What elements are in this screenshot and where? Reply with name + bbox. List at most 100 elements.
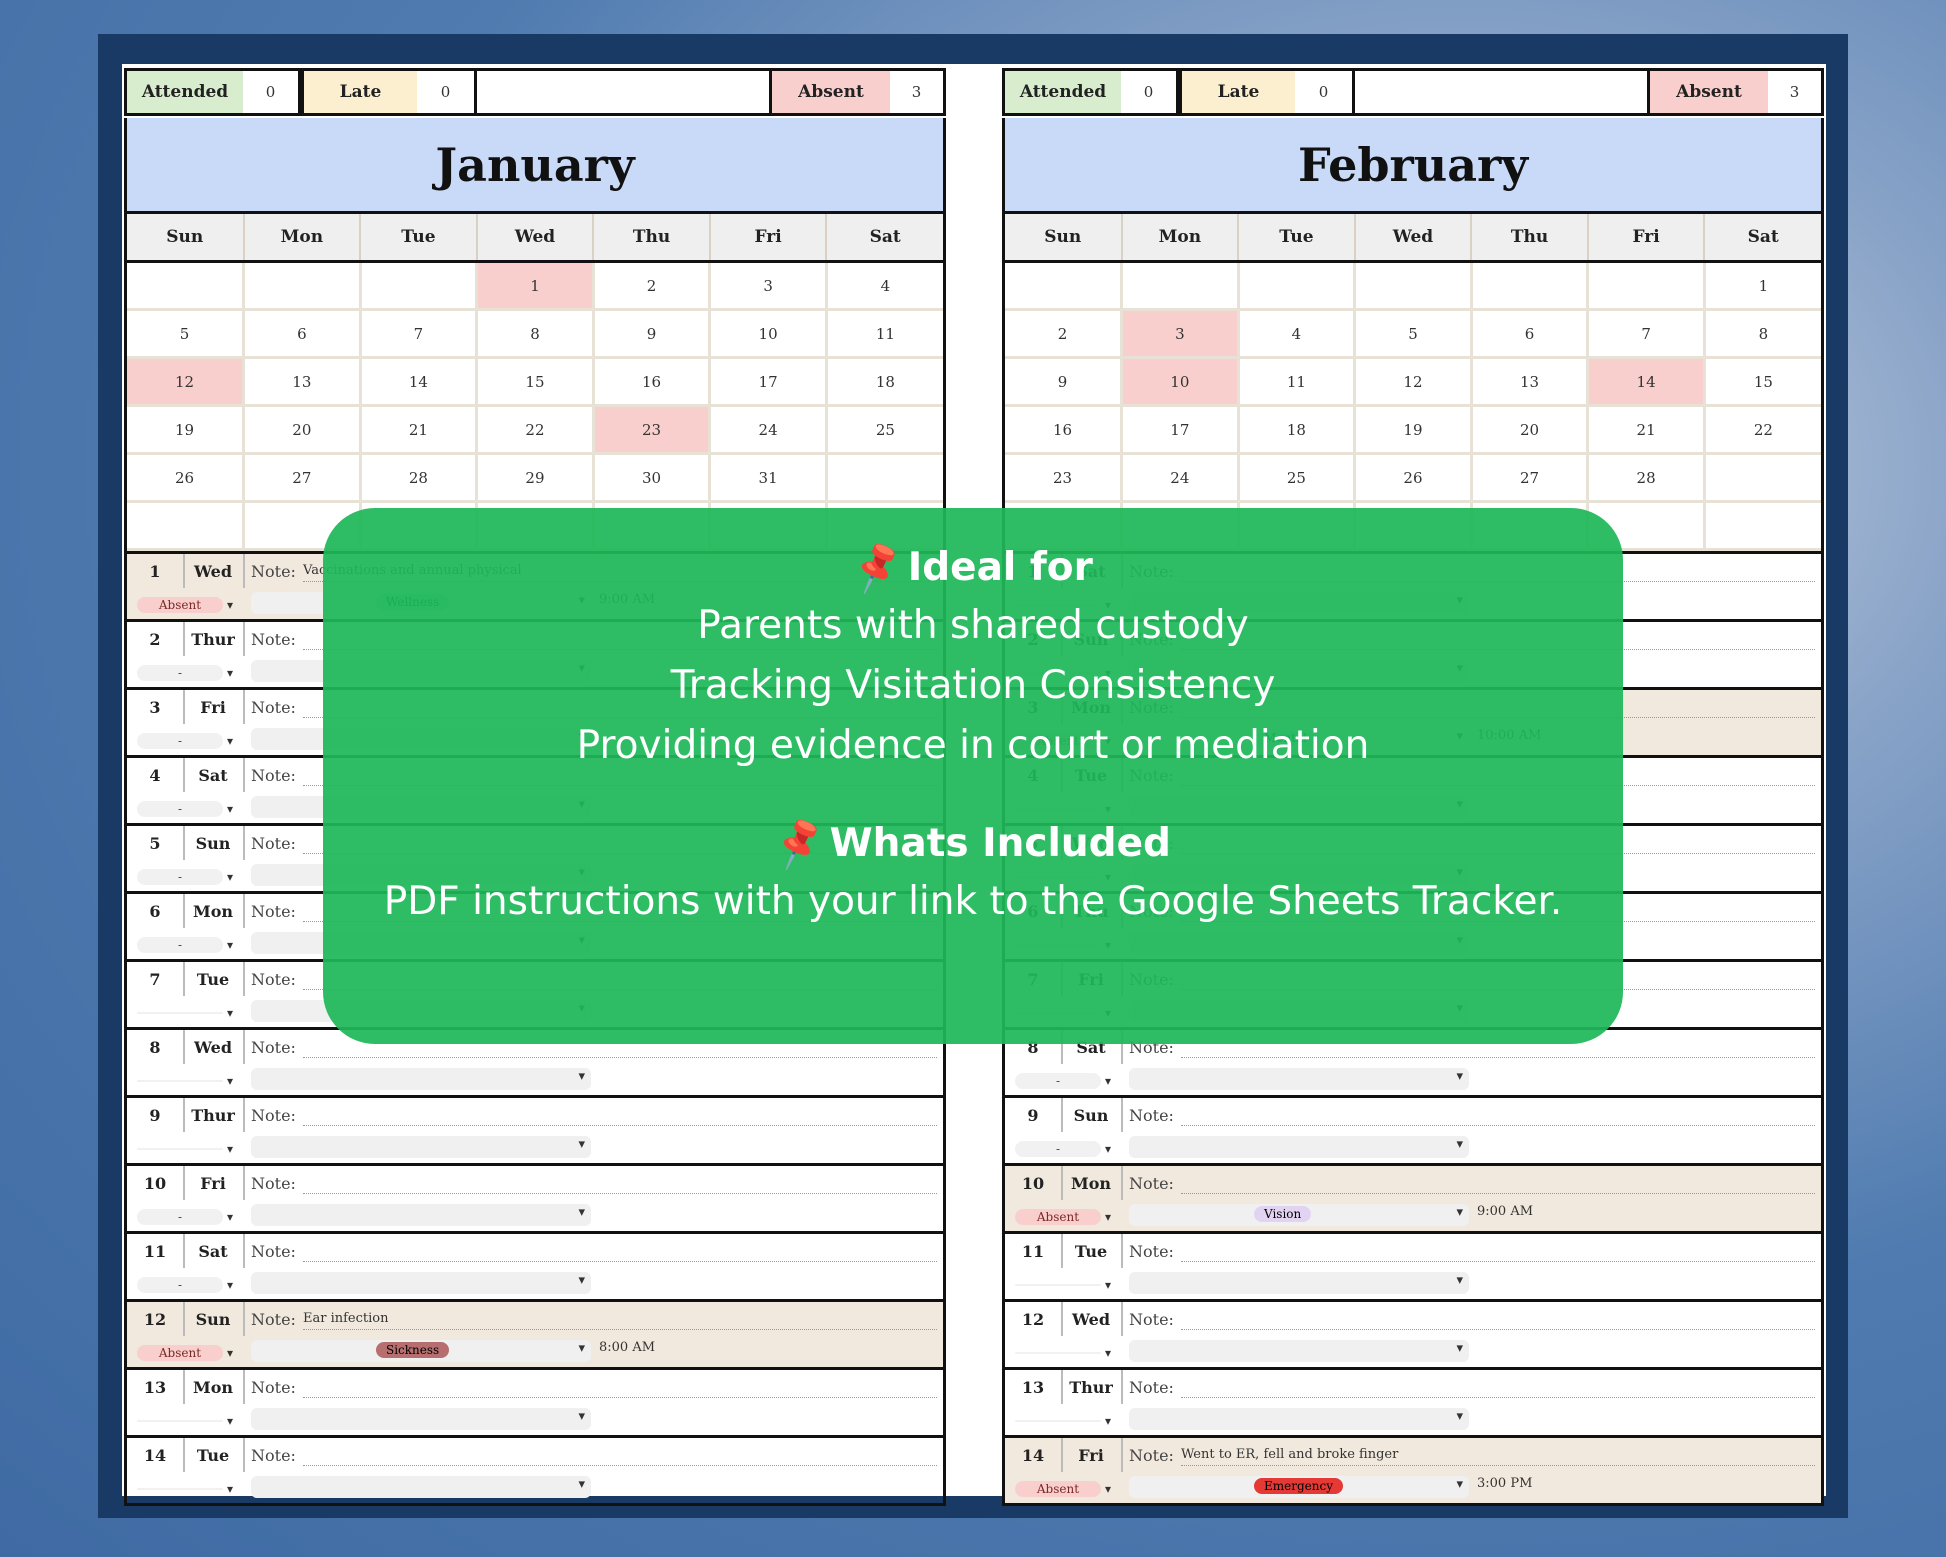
calendar-day[interactable]: 21 — [1587, 405, 1706, 455]
category-dropdown[interactable] — [1129, 1408, 1469, 1430]
status-dropdown[interactable]: Absent — [127, 588, 243, 622]
status-dropdown[interactable]: - — [127, 1268, 243, 1302]
status-dropdown[interactable]: - — [127, 724, 243, 758]
calendar-day[interactable]: 17 — [1121, 405, 1240, 455]
calendar-day[interactable]: 26 — [127, 453, 246, 503]
category-dropdown[interactable] — [1129, 1068, 1469, 1090]
status-dropdown[interactable]: Absent — [1005, 1200, 1121, 1234]
status-dropdown[interactable]: - — [1005, 1132, 1121, 1166]
calendar-day[interactable]: 7 — [1587, 309, 1706, 359]
calendar-day[interactable]: 20 — [243, 405, 362, 455]
calendar-day[interactable]: 29 — [476, 453, 595, 503]
calendar-day[interactable]: 19 — [127, 405, 246, 455]
calendar-day[interactable]: 4 — [1238, 309, 1357, 359]
category-dropdown[interactable] — [1129, 1272, 1469, 1294]
calendar-day[interactable]: 8 — [1704, 309, 1821, 359]
category-dropdown[interactable]: Sickness — [251, 1340, 591, 1362]
status-dropdown[interactable]: - — [127, 792, 243, 826]
status-dropdown[interactable] — [127, 996, 243, 1030]
calendar-day[interactable]: 6 — [243, 309, 362, 359]
calendar-day[interactable]: 27 — [243, 453, 362, 503]
calendar-day[interactable]: 16 — [1005, 405, 1124, 455]
calendar-day[interactable]: 23 — [1005, 453, 1124, 503]
calendar-day[interactable]: 11 — [1238, 357, 1357, 407]
note-field[interactable]: Note: Ear infection — [243, 1302, 943, 1336]
status-dropdown[interactable]: - — [1005, 1064, 1121, 1098]
calendar-day[interactable]: 30 — [593, 453, 712, 503]
calendar-day[interactable]: 10 — [1121, 357, 1240, 407]
calendar-day[interactable]: 14 — [1587, 357, 1706, 407]
calendar-day[interactable]: 11 — [826, 309, 943, 359]
calendar-day[interactable]: 1 — [476, 261, 595, 311]
status-dropdown[interactable] — [1005, 1404, 1121, 1438]
note-field[interactable]: Note: — [1121, 1234, 1821, 1268]
calendar-day[interactable]: 4 — [826, 261, 943, 311]
status-dropdown[interactable]: - — [127, 656, 243, 690]
note-field[interactable]: Note: — [1121, 1302, 1821, 1336]
calendar-day[interactable]: 3 — [709, 261, 828, 311]
calendar-day[interactable]: 18 — [1238, 405, 1357, 455]
calendar-day[interactable]: 21 — [360, 405, 479, 455]
calendar-day[interactable]: 26 — [1354, 453, 1473, 503]
calendar-day[interactable]: 8 — [476, 309, 595, 359]
calendar-day[interactable]: 23 — [593, 405, 712, 455]
note-field[interactable]: Note: — [1121, 1098, 1821, 1132]
category-dropdown[interactable]: Vision — [1129, 1204, 1469, 1226]
calendar-day[interactable]: 12 — [127, 357, 246, 407]
calendar-day[interactable]: 15 — [476, 357, 595, 407]
status-dropdown[interactable] — [127, 1064, 243, 1098]
calendar-day[interactable]: 3 — [1121, 309, 1240, 359]
calendar-day[interactable]: 19 — [1354, 405, 1473, 455]
calendar-day[interactable]: 13 — [1471, 357, 1590, 407]
status-dropdown[interactable]: - — [127, 1200, 243, 1234]
calendar-day[interactable]: 28 — [1587, 453, 1706, 503]
calendar-day[interactable]: 10 — [709, 309, 828, 359]
status-dropdown[interactable] — [127, 1132, 243, 1166]
status-dropdown[interactable] — [1005, 1336, 1121, 1370]
category-dropdown[interactable] — [1129, 1340, 1469, 1362]
note-field[interactable]: Note: — [243, 1166, 943, 1200]
calendar-day[interactable]: 16 — [593, 357, 712, 407]
calendar-day[interactable]: 2 — [1005, 309, 1124, 359]
category-dropdown[interactable] — [251, 1204, 591, 1226]
status-dropdown[interactable] — [1005, 1268, 1121, 1302]
calendar-day[interactable]: 25 — [1238, 453, 1357, 503]
calendar-day[interactable]: 1 — [1704, 261, 1821, 311]
category-dropdown[interactable] — [1129, 1136, 1469, 1158]
calendar-day[interactable]: 22 — [476, 405, 595, 455]
calendar-day[interactable]: 24 — [709, 405, 828, 455]
calendar-day[interactable]: 5 — [127, 309, 246, 359]
calendar-day[interactable]: 2 — [593, 261, 712, 311]
category-dropdown[interactable]: Emergency — [1129, 1476, 1469, 1498]
calendar-day[interactable]: 12 — [1354, 357, 1473, 407]
status-dropdown[interactable]: - — [127, 928, 243, 962]
status-dropdown[interactable]: Absent — [127, 1336, 243, 1370]
category-dropdown[interactable] — [251, 1408, 591, 1430]
category-dropdown[interactable] — [251, 1068, 591, 1090]
calendar-day[interactable]: 28 — [360, 453, 479, 503]
calendar-day[interactable]: 18 — [826, 357, 943, 407]
note-field[interactable]: Note: — [243, 1234, 943, 1268]
status-dropdown[interactable]: - — [127, 860, 243, 894]
calendar-day[interactable]: 20 — [1471, 405, 1590, 455]
calendar-day[interactable]: 15 — [1704, 357, 1821, 407]
category-dropdown[interactable] — [251, 1272, 591, 1294]
status-dropdown[interactable]: Absent — [1005, 1472, 1121, 1506]
status-dropdown[interactable] — [127, 1404, 243, 1438]
calendar-day[interactable]: 25 — [826, 405, 943, 455]
status-dropdown[interactable] — [127, 1472, 243, 1506]
category-dropdown[interactable] — [251, 1476, 591, 1498]
note-field[interactable]: Note: — [1121, 1370, 1821, 1404]
calendar-day[interactable]: 7 — [360, 309, 479, 359]
calendar-day[interactable]: 17 — [709, 357, 828, 407]
note-field[interactable]: Note: Went to ER, fell and broke finger — [1121, 1438, 1821, 1472]
calendar-day[interactable]: 5 — [1354, 309, 1473, 359]
calendar-day[interactable]: 22 — [1704, 405, 1821, 455]
calendar-day[interactable]: 13 — [243, 357, 362, 407]
calendar-day[interactable]: 9 — [593, 309, 712, 359]
category-dropdown[interactable] — [251, 1136, 591, 1158]
calendar-day[interactable]: 6 — [1471, 309, 1590, 359]
calendar-day[interactable]: 24 — [1121, 453, 1240, 503]
calendar-day[interactable]: 9 — [1005, 357, 1124, 407]
calendar-day[interactable]: 31 — [709, 453, 828, 503]
